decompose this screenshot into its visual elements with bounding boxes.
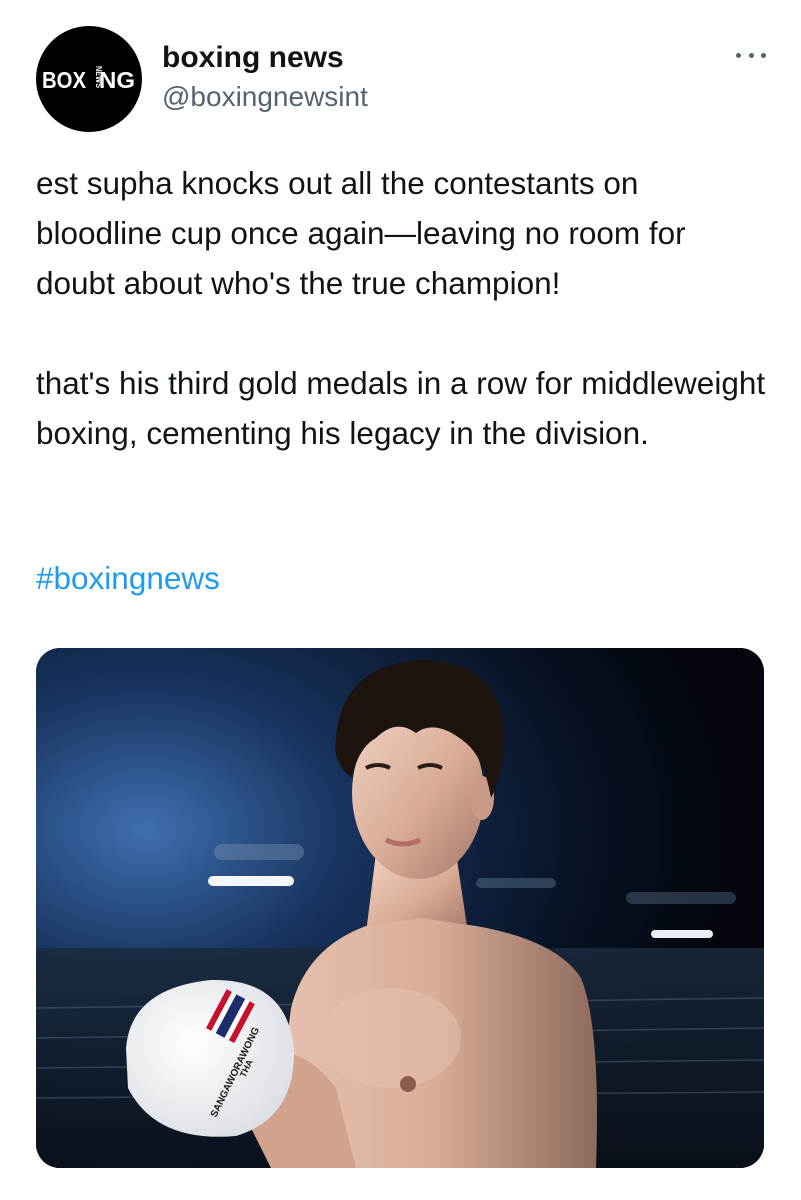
account-handle[interactable]: @boxingnewsint (162, 80, 368, 114)
arena-light (476, 878, 556, 888)
arena-light (651, 930, 713, 938)
more-dot (748, 52, 754, 58)
athlete-photo: THA SANGAWORAWONG (36, 648, 764, 1168)
arena-light (214, 844, 304, 860)
more-dot (761, 52, 766, 58)
boxing-news-logo: BOX NEWS NG (42, 66, 135, 93)
arena-light (626, 892, 736, 904)
hashtag-link[interactable]: #boxingnews (36, 553, 220, 603)
tweet-paragraph: that's his third gold medals in a row fo… (36, 365, 766, 451)
tweet-photo[interactable]: THA SANGAWORAWONG (36, 648, 764, 1168)
avatar[interactable]: BOX NEWS NG (36, 26, 142, 132)
athlete-nipple (400, 1076, 416, 1092)
logo-text-box: BOX (42, 67, 87, 93)
logo-text-ng: NG (99, 67, 135, 93)
display-name[interactable]: boxing news (162, 40, 368, 76)
account-names: boxing news @boxingnewsint (162, 40, 368, 114)
tweet-header: BOX NEWS NG boxing news @boxingnewsint (36, 26, 766, 134)
arena-light (208, 876, 294, 886)
tweet-card: BOX NEWS NG boxing news @boxingnewsint e… (0, 0, 801, 1200)
more-horizontal-icon[interactable] (736, 48, 766, 62)
more-dot (736, 52, 741, 58)
swim-cap: THA SANGAWORAWONG (126, 979, 295, 1137)
tweet-text: est supha knocks out all the contestants… (36, 158, 771, 508)
athlete-chest (321, 988, 461, 1088)
tweet-paragraph: est supha knocks out all the contestants… (36, 165, 686, 301)
